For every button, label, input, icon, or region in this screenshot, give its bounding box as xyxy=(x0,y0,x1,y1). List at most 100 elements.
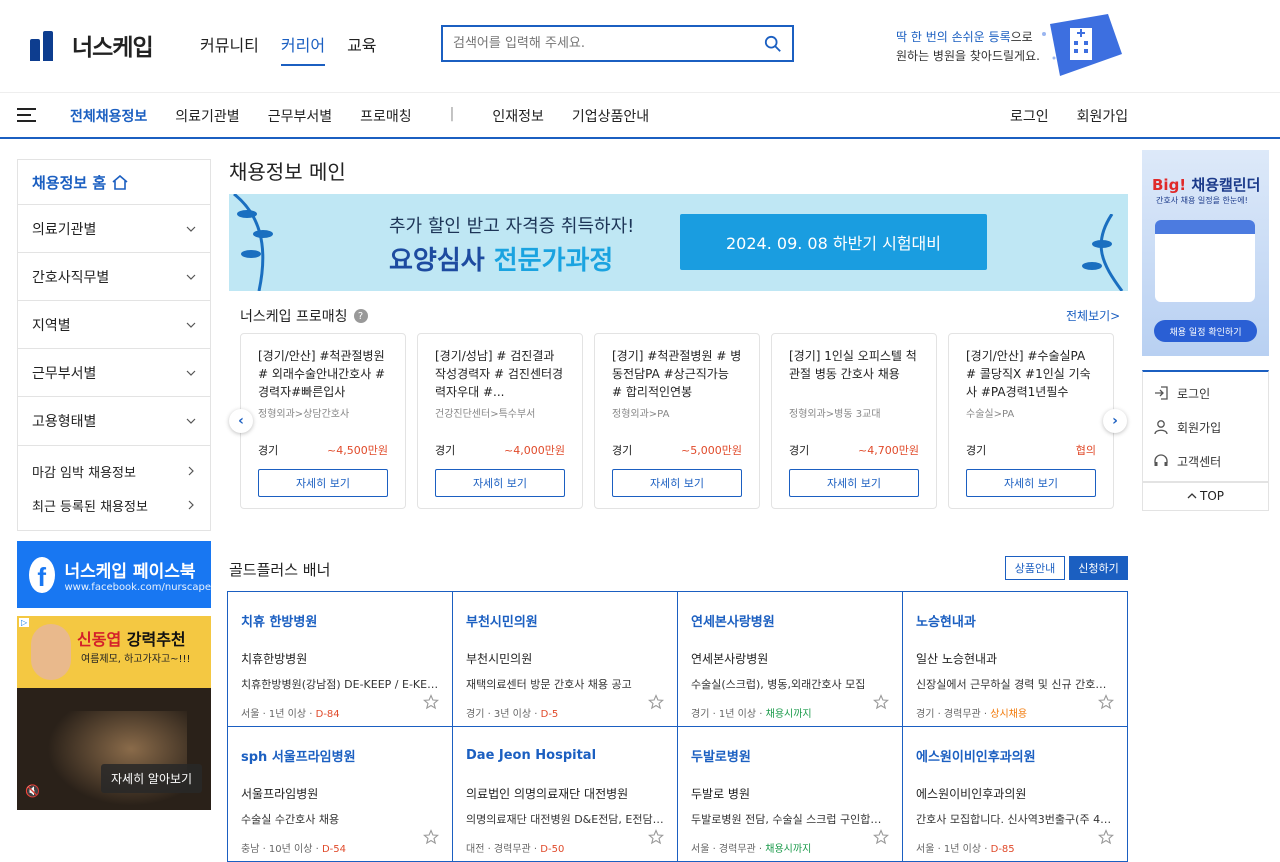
calendar-check-button[interactable]: 채용 일정 확인하기 xyxy=(1154,320,1257,342)
search-input[interactable] xyxy=(453,36,764,51)
hospital-building-icon[interactable] xyxy=(1030,14,1122,76)
star-icon[interactable] xyxy=(1098,694,1114,710)
card-detail-button[interactable]: 자세히 보기 xyxy=(258,469,388,497)
side-ad-banner[interactable]: ▷ 신동엽 강력추천 여름제모, 하고가자고~!!! 자세히 알아보기 🔇 xyxy=(17,616,211,810)
hospital-logo: 에스원이비인후과의원 xyxy=(916,749,1036,765)
hospital-name: 연세본사랑병원 xyxy=(691,652,769,666)
gnb-signup[interactable]: 회원가입 xyxy=(1077,106,1129,126)
scroll-top-button[interactable]: TOP xyxy=(1142,481,1269,511)
card-title: [경기/안산] #수술실PA # 콜당직X #1인실 기숙사 #PA경력1년필수 xyxy=(966,349,1091,399)
gnb-by-institution[interactable]: 의료기관별 xyxy=(175,106,239,126)
card-title: [경기/안산] #척관절병원 # 외래수술안내간호사 # 경력자#빠른입사 xyxy=(258,349,386,399)
user-icon xyxy=(1154,420,1168,435)
goldplus-card[interactable]: sph 서울프라임병원 서울프라임병원 수술실 수간호사 채용 충남 · 10년 이상… xyxy=(228,727,453,862)
promatch-card[interactable]: [경기] 1인실 오피스텔 척관절 병동 간호사 채용 정형외과>병동 3교대 … xyxy=(771,333,937,509)
leaf-decoration-icon xyxy=(1082,214,1124,291)
goldplus-card[interactable]: 부천시민의원 부천시민의원 재택의료센터 방문 간호사 채용 공고 경기 · 3년 이… xyxy=(453,592,678,727)
star-icon[interactable] xyxy=(873,694,889,710)
hospital-logo: 치휴 한방병원 xyxy=(241,614,318,630)
gnb-talent[interactable]: 인재정보 xyxy=(492,106,544,126)
sidebar-item-department[interactable]: 근무부서별 xyxy=(18,349,210,397)
quick-login[interactable]: 로그인 xyxy=(1143,376,1268,410)
gnb-promatching[interactable]: 프로매칭 xyxy=(360,106,412,126)
sidebar-item-nurse-role[interactable]: 간호사직무별 xyxy=(18,253,210,301)
gnb-separator: | xyxy=(449,106,455,122)
hospital-logo: 두발로병원 xyxy=(691,749,751,765)
chevron-down-icon xyxy=(186,226,196,232)
star-icon[interactable] xyxy=(1098,829,1114,845)
gnb-products[interactable]: 기업상품안내 xyxy=(572,106,649,126)
star-icon[interactable] xyxy=(873,829,889,845)
quick-support[interactable]: 고객센터 xyxy=(1143,444,1268,478)
chevron-down-icon xyxy=(186,418,196,424)
help-icon[interactable]: ? xyxy=(353,309,368,323)
calendar-banner-title-b: 채용캘린더 xyxy=(1191,176,1261,194)
goldplus-card[interactable]: 연세본사랑병원 연세본사랑병원 수술실(스크럽), 병동,외래간호사 모집 경기 · … xyxy=(678,592,903,727)
apply-button[interactable]: 신청하기 xyxy=(1069,556,1128,580)
page-title: 채용정보 메인 xyxy=(229,160,346,184)
promatch-more-link[interactable]: 전체보기> xyxy=(1066,307,1120,324)
goldplus-card[interactable]: 치휴 한방병원 치휴한방병원 치휴한방병원(강남점) DE-KEEP / E-KEE… xyxy=(228,592,453,727)
sidebar-item-employment-type[interactable]: 고용형태별 xyxy=(18,397,210,445)
quick-signup[interactable]: 회원가입 xyxy=(1143,410,1268,444)
search-icon[interactable] xyxy=(764,35,782,53)
sidebar-item-label: 근무부서별 xyxy=(32,365,97,382)
goldplus-card[interactable]: 두발로병원 두발로 병원 두발로병원 전담, 수술실 스크럽 구인합니다 서울 · 경… xyxy=(678,727,903,862)
hospital-name: 서울프라임병원 xyxy=(241,787,319,801)
facebook-banner[interactable]: f 너스케입 페이스북 www.facebook.com/nurscape xyxy=(17,541,211,608)
logo-mark-icon xyxy=(30,29,64,61)
job-deadline-tag: D-5 xyxy=(540,709,559,720)
login-icon xyxy=(1155,386,1168,400)
logo-text: 너스케입 xyxy=(72,35,154,61)
gnb-login[interactable]: 로그인 xyxy=(1010,106,1049,126)
menu-icon[interactable] xyxy=(17,108,36,122)
sidebar-deadline-soon[interactable]: 마감 임박 채용정보 xyxy=(18,454,210,488)
headset-icon xyxy=(1154,454,1168,466)
promatch-card[interactable]: [경기/안산] #수술실PA # 콜당직X #1인실 기숙사 #PA경력1년필수… xyxy=(948,333,1114,509)
card-detail-button[interactable]: 자세히 보기 xyxy=(435,469,565,497)
sidebar-home[interactable]: 채용정보 홈 xyxy=(18,160,210,205)
goldplus-card[interactable]: Dae Jeon Hospital 의료법인 의명의료재단 대전병원 의명의료재단 … xyxy=(453,727,678,862)
goldplus-card[interactable]: 노승현내과 일산 노승현내과 신장실에서 근무하실 경력 및 신규 간호사 선...… xyxy=(903,592,1128,727)
card-detail-button[interactable]: 자세히 보기 xyxy=(966,469,1096,497)
product-info-button[interactable]: 상품안내 xyxy=(1005,556,1065,580)
star-icon[interactable] xyxy=(423,829,439,845)
gnb-menu: 전체채용정보 의료기관별 근무부서별 프로매칭 | 인재정보 기업상품안내 xyxy=(70,106,649,126)
card-detail-button[interactable]: 자세히 보기 xyxy=(612,469,742,497)
star-icon[interactable] xyxy=(423,694,439,710)
goldplus-card[interactable]: 에스원이비인후과의원 에스원이비인후과의원 간호사 모집합니다. 신사역3번출구(주… xyxy=(903,727,1128,862)
carousel-prev-icon[interactable]: ‹ xyxy=(229,409,253,433)
calendar-banner[interactable]: Big! 채용캘린더 간호사 채용 일정을 한눈에! 채용 일정 확인하기 xyxy=(1142,150,1269,356)
topnav-community[interactable]: 커뮤니티 xyxy=(200,32,259,66)
promatch-card[interactable]: [경기] #척관절병원 # 병동전담PA #상근직가능 # 합리적인연봉 정형외… xyxy=(594,333,760,509)
star-icon[interactable] xyxy=(648,694,664,710)
promo-line2: 원하는 병원을 찾아드릴게요. xyxy=(896,49,1040,63)
calendar-banner-title-a: Big! xyxy=(1152,176,1187,194)
sidebar-item-region[interactable]: 지역별 xyxy=(18,301,210,349)
sidebar-item-institution[interactable]: 의료기관별 xyxy=(18,205,210,253)
card-location: 경기 xyxy=(789,444,810,457)
topnav-education[interactable]: 교육 xyxy=(347,32,376,66)
ad-headline-name: 신동엽 xyxy=(77,630,122,649)
star-icon[interactable] xyxy=(648,829,664,845)
mute-icon[interactable]: 🔇 xyxy=(25,784,40,798)
card-pay: 협의 xyxy=(1075,444,1096,457)
ad-more-button[interactable]: 자세히 알아보기 xyxy=(101,764,203,793)
sidebar-recent[interactable]: 최근 등록된 채용정보 xyxy=(18,488,210,522)
card-pay: ~5,000만원 xyxy=(681,444,742,457)
carousel-next-icon[interactable]: › xyxy=(1103,409,1127,433)
main-banner[interactable]: 추가 할인 받고 자격증 취득하자! 요양심사 전문가과정 2024. 09. … xyxy=(229,194,1128,291)
chevron-down-icon xyxy=(186,370,196,376)
promatch-card[interactable]: [경기/성남] # 검진결과작성경력자 # 검진센터경력자우대 #... 건강진… xyxy=(417,333,583,509)
promo-text[interactable]: 딱 한 번의 손쉬운 등록으로 원하는 병원을 찾아드릴게요. xyxy=(896,28,1040,66)
gnb-by-department[interactable]: 근무부서별 xyxy=(268,106,332,126)
card-detail-button[interactable]: 자세히 보기 xyxy=(789,469,919,497)
sidebar-sub-label: 마감 임박 채용정보 xyxy=(32,465,136,481)
site-logo[interactable]: 너스케입 xyxy=(30,28,154,62)
calendar-icon xyxy=(1155,220,1255,302)
banner-line2: 요양심사 전문가과정 xyxy=(389,240,613,277)
promatch-card[interactable]: [경기/안산] #척관절병원 # 외래수술안내간호사 # 경력자#빠른입사 정형… xyxy=(240,333,406,509)
banner-exam-button[interactable]: 2024. 09. 08 하반기 시험대비 xyxy=(680,214,987,270)
topnav-career[interactable]: 커리어 xyxy=(280,32,326,66)
gnb-all-jobs[interactable]: 전체채용정보 xyxy=(70,106,147,126)
